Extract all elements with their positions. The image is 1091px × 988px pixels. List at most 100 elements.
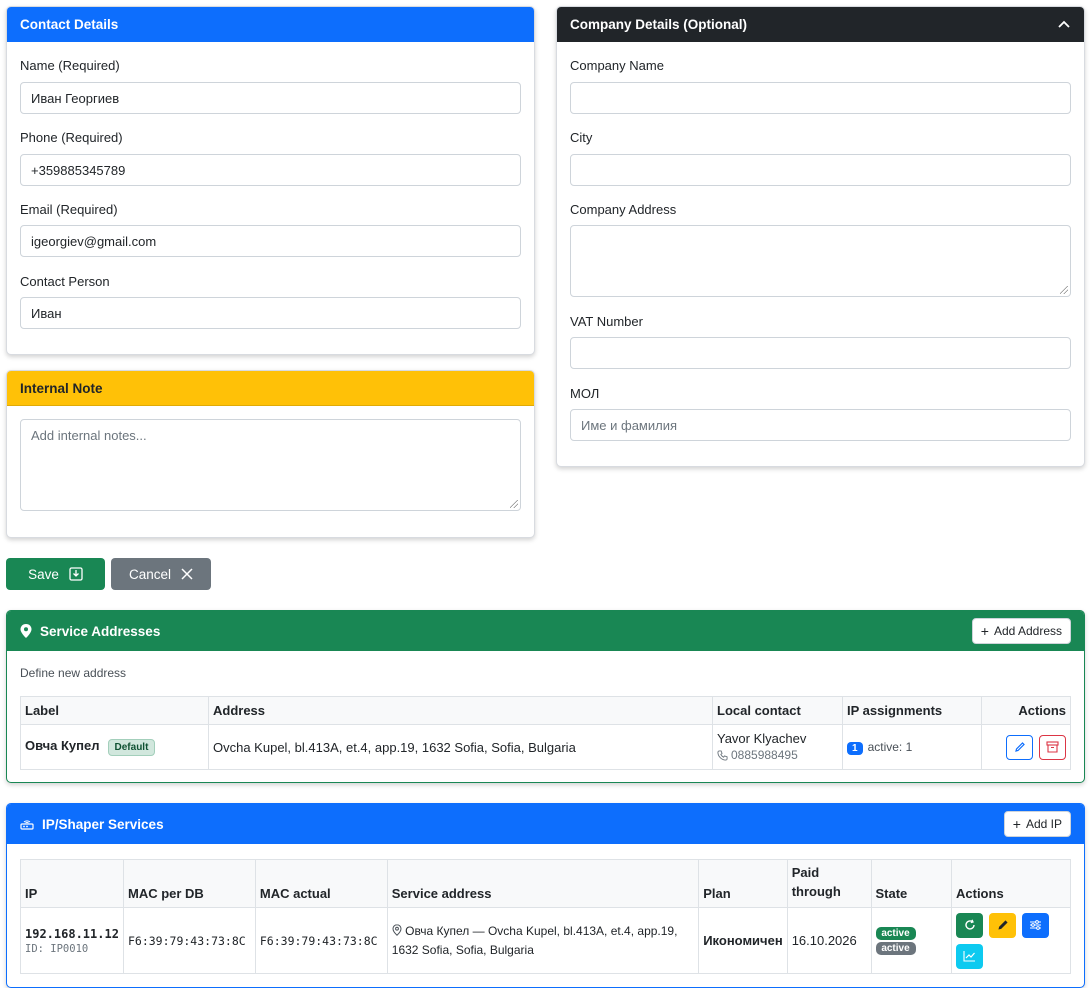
paid-through-cell: 16.10.2026 (786, 907, 872, 974)
address-label: Овча Купел (25, 738, 100, 753)
contact-phone: 0885988495 (731, 748, 798, 762)
internal-note-card: Internal Note Add internal notes... (6, 370, 535, 538)
company-details-title: Company Details (Optional) (570, 17, 748, 32)
add-ip-button[interactable]: + Add IP (1003, 811, 1071, 837)
col-address: Address (208, 696, 713, 725)
plan-cell: Икономичен (698, 907, 788, 974)
internal-note-header: Internal Note (7, 371, 534, 406)
mac-db-cell: F6:39:79:43:73:8C (122, 907, 256, 974)
map-pin-outline-icon (392, 923, 402, 941)
address-cell: Ovcha Kupel, bl.413A, et.4, app.19, 1632… (208, 724, 713, 770)
col-mac-db: MAC per DB (122, 859, 256, 908)
contact-person-label: Contact Person (20, 274, 110, 289)
vat-label: VAT Number (570, 314, 643, 329)
col-paid-through: Paid through (786, 859, 872, 908)
col-ip: IP (20, 859, 124, 908)
actions-cell (981, 724, 1071, 770)
mac-actual-cell: F6:39:79:43:73:8C (254, 907, 388, 974)
service-addresses-card: Service Addresses + Add Address Define n… (6, 610, 1085, 783)
contact-name: Yavor Klyachev (717, 731, 807, 746)
contact-details-card: Contact Details Name (Required) Иван Гео… (6, 6, 535, 355)
archive-address-button[interactable] (1039, 734, 1066, 760)
company-address-textarea[interactable] (570, 225, 1071, 297)
city-input[interactable] (570, 154, 1071, 186)
contact-person-input[interactable]: Иван (20, 297, 521, 329)
table-row: 192.168.11.12 ID: IP0010 F6:39:79:43:73:… (20, 907, 1071, 974)
vat-input[interactable] (570, 337, 1071, 369)
add-address-label: Add Address (993, 624, 1062, 638)
col-local-contact: Local contact (712, 696, 843, 725)
company-name-input[interactable] (570, 82, 1071, 114)
save-button-label: Save (28, 566, 59, 582)
col-mac-actual: MAC actual (254, 859, 388, 908)
phone-icon (717, 750, 728, 761)
internal-note-title: Internal Note (20, 380, 103, 396)
plus-icon: + (1012, 816, 1021, 832)
addresses-table: Label Address Local contact IP assignmen… (20, 696, 1071, 770)
resize-handle-icon[interactable] (1060, 286, 1068, 294)
state-cell: active active (870, 907, 952, 974)
edit-ip-button[interactable] (989, 912, 1016, 938)
internal-note-placeholder: Add internal notes... (31, 428, 147, 443)
col-label: Label (20, 696, 209, 725)
local-contact-cell: Yavor Klyachev 0885988495 (712, 724, 843, 770)
ip-services-card: IP/Shaper Services + Add IP IP MAC per D… (6, 803, 1085, 988)
email-label: Email (Required) (20, 202, 118, 217)
service-address-cell: Овча Купел — Ovcha Kupel, bl.413A, et.4,… (386, 907, 700, 974)
col-ip-assignments: IP assignments (842, 696, 982, 725)
pencil-icon (997, 920, 1008, 930)
ip-active-text: active: 1 (867, 739, 913, 754)
name-input[interactable]: Иван Георгиев (20, 82, 521, 114)
table-header-row: Label Address Local contact IP assignmen… (20, 696, 1071, 725)
contact-details-title: Contact Details (20, 17, 119, 32)
close-icon (181, 568, 193, 580)
ip-count-badge: 1 (847, 741, 863, 755)
table-header-row: IP MAC per DB MAC actual Service address… (20, 859, 1071, 908)
ip-cell: 192.168.11.12 ID: IP0010 (20, 907, 124, 974)
col-actions: Actions (981, 696, 1071, 725)
internal-note-textarea[interactable]: Add internal notes... (20, 419, 521, 511)
save-button[interactable]: Save (6, 558, 105, 590)
pencil-icon (1015, 742, 1025, 752)
service-addresses-title: Service Addresses (40, 623, 161, 639)
phone-label: Phone (Required) (20, 130, 123, 145)
col-service-address: Service address (386, 859, 700, 908)
ip-address: 192.168.11.12 (25, 926, 119, 941)
service-address-text: Овча Купел — Ovcha Kupel, bl.413A, et.4,… (391, 924, 678, 957)
plus-icon: + (980, 623, 989, 639)
ip-services-table: IP MAC per DB MAC actual Service address… (20, 859, 1071, 974)
resize-handle-icon[interactable] (510, 500, 518, 508)
address-label-cell: Овча Купел Default (20, 724, 209, 770)
define-address-text: Define new address (20, 666, 127, 680)
default-badge: Default (107, 739, 156, 756)
cancel-button[interactable]: Cancel (111, 558, 211, 590)
col-plan: Plan (698, 859, 788, 908)
contact-details-header: Contact Details (7, 7, 534, 42)
company-address-label: Company Address (570, 202, 677, 217)
refresh-button[interactable] (956, 912, 983, 938)
email-input[interactable]: igeorgiev@gmail.com (20, 225, 521, 257)
state-badge-active: active (875, 926, 916, 940)
traffic-graph-button[interactable] (956, 943, 983, 969)
name-label: Name (Required) (20, 58, 120, 73)
edit-address-button[interactable] (1006, 734, 1034, 760)
chevron-up-icon[interactable] (1057, 18, 1071, 32)
state-badge-active-secondary: active (875, 941, 916, 955)
shaper-settings-button[interactable] (1022, 912, 1049, 938)
ip-services-header: IP/Shaper Services + Add IP (7, 804, 1084, 844)
col-state: State (870, 859, 952, 908)
save-icon (69, 567, 83, 581)
service-addresses-header: Service Addresses + Add Address (7, 611, 1084, 651)
add-address-button[interactable]: + Add Address (971, 618, 1071, 644)
ip-services-title: IP/Shaper Services (42, 816, 164, 832)
mol-input[interactable]: Име и фамилия (570, 409, 1071, 441)
map-pin-icon (20, 624, 32, 638)
company-details-header[interactable]: Company Details (Optional) (557, 7, 1084, 42)
company-name-label: Company Name (570, 58, 664, 73)
mol-label: МОЛ (570, 386, 600, 401)
refresh-icon (964, 919, 975, 930)
phone-input[interactable]: +359885345789 (20, 154, 521, 186)
ip-id: ID: IP0010 (25, 942, 89, 955)
ip-assignments-cell: 1 active: 1 (842, 724, 982, 770)
sliders-icon (1030, 920, 1041, 930)
